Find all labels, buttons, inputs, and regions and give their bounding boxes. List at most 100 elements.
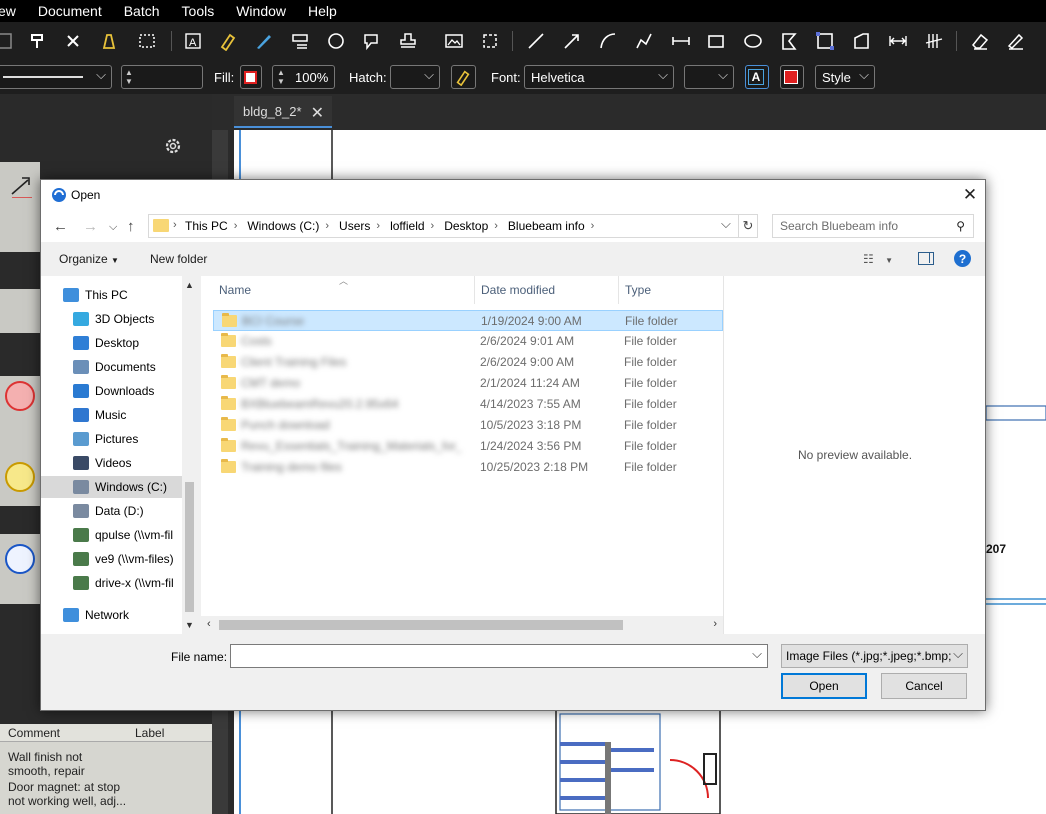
nav-item[interactable]: Music (41, 404, 196, 426)
format-painter-icon[interactable] (27, 30, 49, 52)
snapshot-icon[interactable] (479, 30, 501, 52)
yellow-markup-circle-icon[interactable] (5, 462, 35, 492)
name-column-header[interactable]: Name (213, 276, 475, 304)
style-dropdown[interactable]: Style (815, 65, 875, 89)
forward-arrow-icon[interactable]: → (83, 218, 98, 235)
menu-window[interactable]: Window (225, 3, 297, 19)
label-column-header[interactable]: Label (135, 726, 164, 740)
line-style-dropdown[interactable] (0, 65, 112, 89)
menu-help[interactable]: Help (297, 3, 348, 19)
nav-item[interactable]: drive-x (\\vm-fil (41, 572, 196, 594)
view-options-icon[interactable]: ☷ ▼ (863, 252, 893, 266)
eraser-icon[interactable] (969, 30, 991, 52)
preview-pane-icon[interactable] (918, 252, 934, 265)
nav-item[interactable]: Documents (41, 356, 196, 378)
opacity-stepper[interactable]: ▲ ▼ 100% (272, 65, 335, 89)
image-icon[interactable] (443, 30, 465, 52)
new-folder-button[interactable]: New folder (150, 252, 207, 266)
line-icon[interactable] (525, 30, 547, 52)
breadcrumb-windows-c[interactable]: Windows (C:) (247, 219, 319, 233)
nav-item[interactable]: 3D Objects (41, 308, 196, 330)
date-column-header[interactable]: Date modified (475, 276, 619, 304)
text-box-icon[interactable]: A (182, 30, 204, 52)
count-icon[interactable] (923, 30, 945, 52)
nav-item[interactable]: Network (41, 604, 196, 626)
breadcrumb-users[interactable]: Users (339, 219, 370, 233)
document-tab[interactable]: bldg_8_2* ✕ (234, 96, 332, 128)
file-row[interactable]: BXBluebeamRevu20.2.95x64 4/14/2023 7:55 A… (213, 394, 723, 415)
nav-item[interactable]: Pictures (41, 428, 196, 450)
font-size-dropdown[interactable] (684, 65, 734, 89)
dimension-icon[interactable] (670, 30, 692, 52)
open-button[interactable]: Open (781, 673, 867, 699)
file-row[interactable]: Client Training Files 2/6/2024 9:00 AM Fil… (213, 352, 723, 373)
callout-icon[interactable] (361, 30, 383, 52)
hatch-color-icon[interactable] (451, 65, 476, 89)
file-list-horizontal-scrollbar[interactable]: ‹ › (201, 616, 723, 634)
breadcrumb-user[interactable]: loffield (390, 219, 424, 233)
close-icon[interactable]: ✕ (955, 180, 985, 210)
line-width-stepper[interactable]: ▲ ▼ (121, 65, 203, 89)
rectangle-icon[interactable] (705, 30, 727, 52)
ellipse-icon[interactable] (742, 30, 764, 52)
breadcrumb-bluebeam-info[interactable]: Bluebeam info (508, 219, 585, 233)
back-arrow-icon[interactable]: ← (53, 218, 68, 235)
measure-length-icon[interactable] (887, 30, 909, 52)
comment-column-header[interactable]: Comment (8, 726, 60, 740)
red-markup-circle-icon[interactable] (5, 381, 35, 411)
menu-view[interactable]: ew (0, 3, 27, 19)
polygon-icon[interactable] (778, 30, 800, 52)
scroll-down-icon[interactable]: ▼ (185, 620, 194, 630)
file-row[interactable]: Punch download 10/5/2023 3:18 PM File fold… (213, 415, 723, 436)
search-input[interactable]: Search Bluebeam info ⚲ (772, 214, 974, 238)
highlight-icon[interactable] (217, 30, 239, 52)
lock-icon[interactable] (98, 30, 120, 52)
stamp-icon[interactable] (289, 30, 311, 52)
measure-polygon-icon[interactable] (850, 30, 872, 52)
stamp-tool-icon[interactable] (397, 30, 419, 52)
gear-icon[interactable] (163, 136, 183, 156)
refresh-icon[interactable]: ↻ (738, 214, 758, 238)
file-row[interactable]: Costs 2/6/2024 9:01 AM File folder (213, 331, 723, 352)
blue-markup-circle-icon[interactable] (5, 544, 35, 574)
hatch-dropdown[interactable] (390, 65, 440, 89)
text-format-icon[interactable]: A (745, 65, 769, 89)
nav-item[interactable]: Windows (C:) (41, 476, 196, 498)
signature-icon[interactable] (1005, 30, 1027, 52)
arrow-icon[interactable] (561, 30, 583, 52)
up-arrow-icon[interactable]: ↑ (127, 218, 135, 235)
nav-item[interactable]: ve9 (\\vm-files) (41, 548, 196, 570)
nav-item[interactable]: This PC (41, 284, 196, 306)
scroll-left-icon[interactable]: ‹ (207, 618, 211, 630)
menu-tools[interactable]: Tools (171, 3, 226, 19)
file-row[interactable]: BCI Course 1/19/2024 9:00 AM File folder (213, 310, 723, 331)
type-column-header[interactable]: Type (619, 276, 723, 304)
text-color-swatch[interactable] (780, 65, 804, 89)
scrollbar-thumb[interactable] (185, 482, 194, 612)
file-row[interactable]: Revu_Essentials_Training_Materials_for_E… (213, 436, 723, 457)
measure-area-icon[interactable] (814, 30, 836, 52)
file-row[interactable]: Training demo files 10/25/2023 2:18 PM Fil… (213, 457, 723, 478)
scrollbar-thumb[interactable] (219, 620, 623, 630)
polyline-icon[interactable] (633, 30, 655, 52)
organize-button[interactable]: Organize ▼ (59, 252, 119, 266)
menu-document[interactable]: Document (27, 3, 113, 19)
select-area-icon[interactable] (136, 30, 158, 52)
close-tab-icon[interactable]: ✕ (311, 103, 324, 123)
navigation-pane-scrollbar[interactable]: ▲ ▼ (182, 276, 197, 634)
scroll-up-icon[interactable]: ▲ (185, 280, 194, 290)
scroll-right-icon[interactable]: › (713, 618, 717, 630)
file-row[interactable]: CMT demo 2/1/2024 11:24 AM File folder (213, 373, 723, 394)
help-icon[interactable]: ? (954, 250, 971, 267)
recent-locations-chevron-icon[interactable]: ⌵ (109, 221, 117, 234)
cancel-button[interactable]: Cancel (881, 673, 967, 699)
file-name-input[interactable] (230, 644, 768, 668)
font-dropdown[interactable]: Helvetica (524, 65, 674, 89)
arc-icon[interactable] (597, 30, 619, 52)
nav-item[interactable]: qpulse (\\vm-fil (41, 524, 196, 546)
pen-icon[interactable] (253, 30, 275, 52)
nav-item[interactable]: Videos (41, 452, 196, 474)
nav-item[interactable]: Downloads (41, 380, 196, 402)
file-type-filter-dropdown[interactable]: Image Files (*.jpg;*.jpeg;*.bmp; (781, 644, 968, 668)
address-dropdown-chevron-icon[interactable]: ⌵ (721, 216, 731, 232)
